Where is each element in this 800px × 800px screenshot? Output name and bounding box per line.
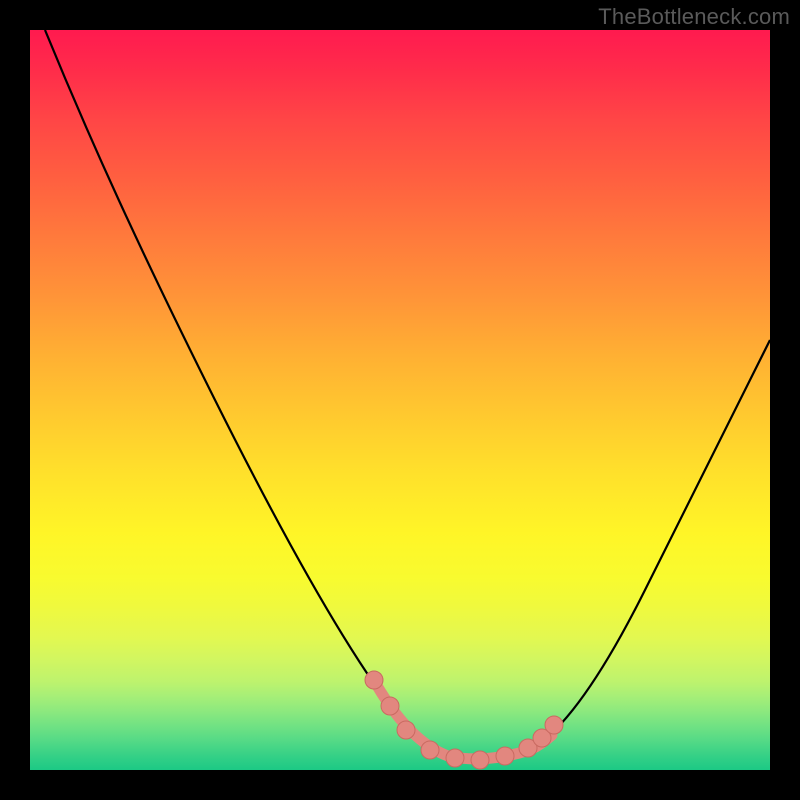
watermark-text: TheBottleneck.com <box>598 4 790 30</box>
flat-segment-dots <box>365 671 563 769</box>
curve-svg <box>30 30 770 770</box>
bottleneck-curve <box>45 30 770 759</box>
chart-container: TheBottleneck.com <box>0 0 800 800</box>
plot-area <box>30 30 770 770</box>
